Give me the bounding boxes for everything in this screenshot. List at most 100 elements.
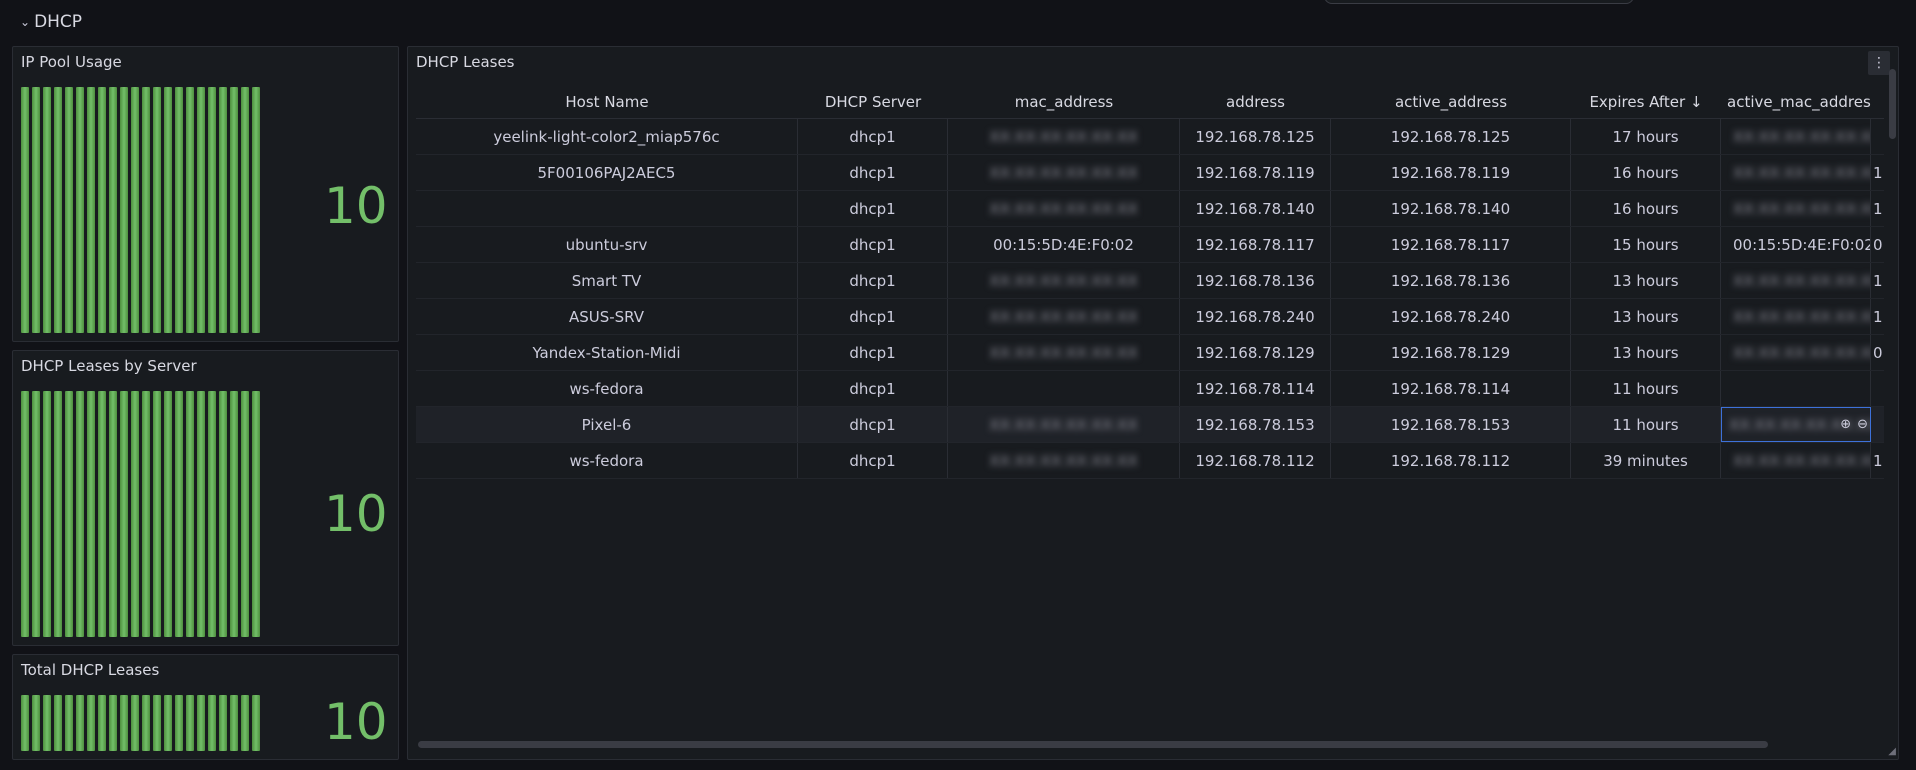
cell-active-mac-address[interactable]: XX:XX:XX:XX:XX:XX [1721,335,1871,370]
cell-dhcp-server[interactable]: dhcp1 [798,119,948,154]
cell-active-address[interactable]: 192.168.78.240 [1331,299,1571,334]
cell-active-address[interactable]: 192.168.78.153 [1331,407,1571,442]
table-row[interactable]: ws-fedora dhcp1 192.168.78.114 192.168.78.1… [416,371,1884,407]
cell-extra[interactable] [1871,371,1884,406]
cell-host-name[interactable]: 5F00106PAJ2AEC5 [416,155,798,190]
cell-dhcp-server[interactable]: dhcp1 [798,263,948,298]
cell-host-name[interactable]: ASUS-SRV [416,299,798,334]
cell-address[interactable]: 192.168.78.140 [1180,191,1331,226]
cell-address[interactable]: 192.168.78.136 [1180,263,1331,298]
column-header-host-name[interactable]: Host Name [416,85,798,118]
cell-extra[interactable]: 1: [1871,191,1884,226]
cell-dhcp-server[interactable]: dhcp1 [798,407,948,442]
table-row[interactable]: Pixel-6 dhcp1 XX:XX:XX:XX:XX:XX 192.168.78.… [416,407,1884,443]
cell-host-name[interactable]: yeelink-light-color2_miap576c [416,119,798,154]
cell-host-name[interactable]: ws-fedora [416,443,798,478]
cell-dhcp-server[interactable]: dhcp1 [798,443,948,478]
cell-expires-after[interactable]: 13 hours [1571,299,1721,334]
cell-mac-address[interactable] [948,371,1180,406]
cell-extra[interactable] [1871,407,1884,442]
cell-dhcp-server[interactable]: dhcp1 [798,227,948,262]
column-header-active-mac-address[interactable]: active_mac_address [1721,85,1871,118]
cell-mac-address[interactable]: XX:XX:XX:XX:XX:XX [948,155,1180,190]
cell-mac-address[interactable]: XX:XX:XX:XX:XX:XX [948,335,1180,370]
cell-expires-after[interactable]: 15 hours [1571,227,1721,262]
cell-extra[interactable]: 1: [1871,263,1884,298]
cell-expires-after[interactable]: 11 hours [1571,407,1721,442]
cell-address[interactable]: 192.168.78.117 [1180,227,1331,262]
cell-host-name[interactable] [416,191,798,226]
cell-active-address[interactable]: 192.168.78.140 [1331,191,1571,226]
table-row[interactable]: 5F00106PAJ2AEC5 dhcp1 XX:XX:XX:XX:XX:XX 192… [416,155,1884,191]
zoom-out-icon[interactable]: ⊖ [1857,417,1868,432]
column-header-expires-after[interactable]: Expires After ↓ [1571,85,1721,118]
cell-active-address[interactable]: 192.168.78.112 [1331,443,1571,478]
cell-extra[interactable]: 1: [1871,299,1884,334]
column-header-active-address[interactable]: active_address [1331,85,1571,118]
cell-host-name[interactable]: Pixel-6 [416,407,798,442]
zoom-in-icon[interactable]: ⊕ [1840,417,1851,432]
cell-extra[interactable] [1871,119,1884,154]
cell-host-name[interactable]: Yandex-Station-Midi [416,335,798,370]
cell-mac-address[interactable]: XX:XX:XX:XX:XX:XX [948,191,1180,226]
table-row[interactable]: Smart TV dhcp1 XX:XX:XX:XX:XX:XX 192.168.78… [416,263,1884,299]
cell-dhcp-server[interactable]: dhcp1 [798,335,948,370]
cell-expires-after[interactable]: 13 hours [1571,263,1721,298]
cell-extra[interactable]: 0:2: [1871,227,1884,262]
cell-active-address[interactable]: 192.168.78.114 [1331,371,1571,406]
table-row[interactable]: ASUS-SRV dhcp1 XX:XX:XX:XX:XX:XX 192.168.78… [416,299,1884,335]
search-input[interactable] [1324,0,1634,4]
cell-active-address[interactable]: 192.168.78.125 [1331,119,1571,154]
cell-active-address[interactable]: 192.168.78.129 [1331,335,1571,370]
cell-mac-address[interactable]: 00:15:5D:4E:F0:02 [948,227,1180,262]
cell-active-mac-address[interactable]: XX:XX:XX:XX:XX:XX [1721,119,1871,154]
cell-expires-after[interactable]: 39 minutes [1571,443,1721,478]
cell-expires-after[interactable]: 17 hours [1571,119,1721,154]
cell-dhcp-server[interactable]: dhcp1 [798,191,948,226]
cell-address[interactable]: 192.168.78.119 [1180,155,1331,190]
cell-active-address[interactable]: 192.168.78.117 [1331,227,1571,262]
cell-mac-address[interactable]: XX:XX:XX:XX:XX:XX [948,407,1180,442]
cell-active-mac-address[interactable]: XX:XX:XX:XX:XX:XX [1721,191,1871,226]
cell-active-mac-address[interactable]: XX:XX:XX:XX:XX:XX [1721,299,1871,334]
row-header-dhcp[interactable]: ⌄ DHCP [20,10,82,34]
cell-mac-address[interactable]: XX:XX:XX:XX:XX:XX [948,263,1180,298]
cell-expires-after[interactable]: 11 hours [1571,371,1721,406]
cell-address[interactable]: 192.168.78.114 [1180,371,1331,406]
column-header-dhcp-server[interactable]: DHCP Server [798,85,948,118]
cell-address[interactable]: 192.168.78.112 [1180,443,1331,478]
cell-active-address[interactable]: 192.168.78.119 [1331,155,1571,190]
cell-dhcp-server[interactable]: dhcp1 [798,155,948,190]
cell-address[interactable]: 192.168.78.125 [1180,119,1331,154]
table-row[interactable]: dhcp1 XX:XX:XX:XX:XX:XX 192.168.78.140 192.… [416,191,1884,227]
cell-extra[interactable]: 1: [1871,443,1884,478]
cell-expires-after[interactable]: 16 hours [1571,191,1721,226]
cell-active-mac-address[interactable]: XX:XX:XX:XX:XX:XX [1721,155,1871,190]
cell-active-mac-address[interactable]: XX:XX:XX:XX:XX:XX ⊕ ⊖ [1721,407,1871,442]
cell-address[interactable]: 192.168.78.153 [1180,407,1331,442]
cell-active-mac-address[interactable]: 00:15:5D:4E:F0:02 [1721,227,1871,262]
table-row[interactable]: ubuntu-srv dhcp1 00:15:5D:4E:F0:02 192.168.… [416,227,1884,263]
cell-mac-address[interactable]: XX:XX:XX:XX:XX:XX [948,119,1180,154]
table-row[interactable]: yeelink-light-color2_miap576c dhcp1 XX:XX:… [416,119,1884,155]
table-row[interactable]: ws-fedora dhcp1 XX:XX:XX:XX:XX:XX 192.168.7… [416,443,1884,479]
panel-menu-button[interactable]: ⋮ [1868,51,1890,75]
cell-host-name[interactable]: ws-fedora [416,371,798,406]
cell-mac-address[interactable]: XX:XX:XX:XX:XX:XX [948,443,1180,478]
cell-extra[interactable]: 0:1 [1871,335,1884,370]
cell-active-mac-address[interactable]: XX:XX:XX:XX:XX:XX [1721,263,1871,298]
table-row[interactable]: Yandex-Station-Midi dhcp1 XX:XX:XX:XX:XX:X… [416,335,1884,371]
column-header-mac-address[interactable]: mac_address [948,85,1180,118]
cell-address[interactable]: 192.168.78.240 [1180,299,1331,334]
vertical-scrollbar[interactable] [1889,69,1896,139]
cell-active-mac-address[interactable]: XX:XX:XX:XX:XX:XX [1721,443,1871,478]
cell-host-name[interactable]: Smart TV [416,263,798,298]
cell-expires-after[interactable]: 16 hours [1571,155,1721,190]
cell-expires-after[interactable]: 13 hours [1571,335,1721,370]
cell-active-address[interactable]: 192.168.78.136 [1331,263,1571,298]
cell-host-name[interactable]: ubuntu-srv [416,227,798,262]
cell-dhcp-server[interactable]: dhcp1 [798,371,948,406]
column-header-address[interactable]: address [1180,85,1331,118]
cell-dhcp-server[interactable]: dhcp1 [798,299,948,334]
cell-extra[interactable]: 1: [1871,155,1884,190]
